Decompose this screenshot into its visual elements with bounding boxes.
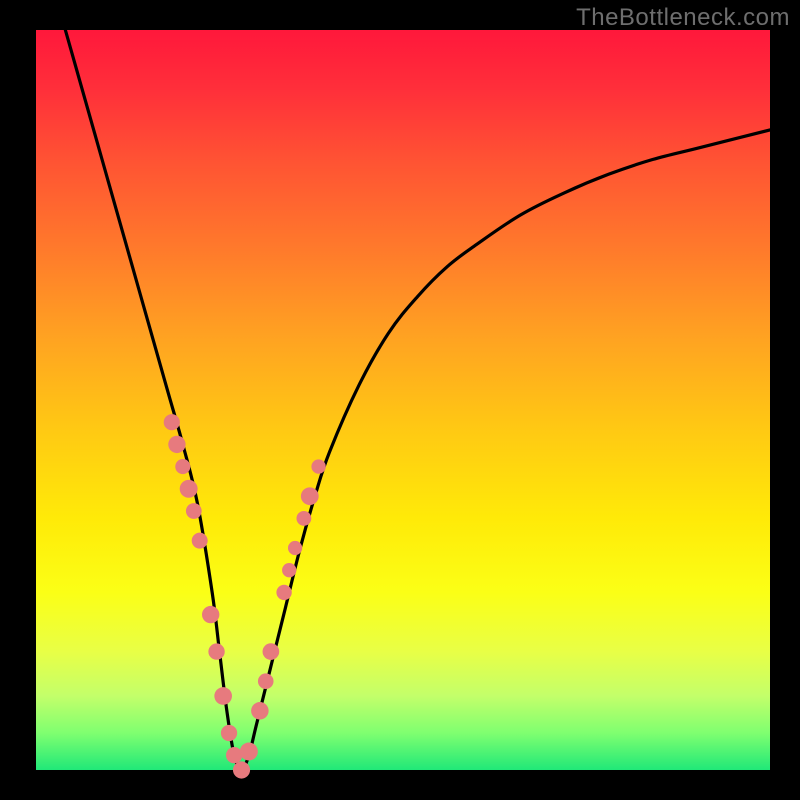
marker-point: [263, 643, 280, 660]
marker-point: [168, 436, 185, 453]
marker-point: [186, 503, 202, 519]
marker-point: [214, 687, 232, 705]
marker-point: [233, 761, 250, 778]
marker-point: [258, 673, 274, 689]
curve-svg: [36, 30, 770, 770]
marker-point: [202, 606, 219, 623]
marker-point: [226, 747, 242, 763]
chart-frame: TheBottleneck.com: [0, 0, 800, 800]
watermark-text: TheBottleneck.com: [576, 4, 790, 32]
marker-point: [276, 585, 291, 600]
marker-point: [164, 414, 180, 430]
marker-point: [288, 541, 302, 555]
marker-point: [240, 743, 258, 761]
v-curve-line: [65, 30, 770, 770]
marker-point: [301, 487, 319, 505]
marker-point: [296, 511, 311, 526]
marker-point: [221, 725, 237, 741]
marker-group: [164, 414, 326, 778]
marker-point: [251, 702, 269, 720]
marker-point: [192, 533, 208, 549]
plot-area: [36, 30, 770, 770]
marker-point: [282, 563, 296, 577]
marker-point: [175, 459, 190, 474]
marker-point: [180, 480, 198, 498]
marker-point: [208, 643, 224, 659]
marker-point: [311, 459, 325, 473]
